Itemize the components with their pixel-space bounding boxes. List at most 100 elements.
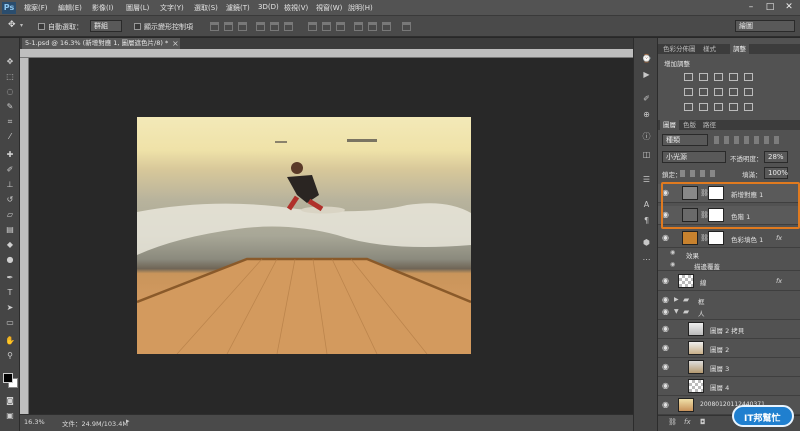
layer-name[interactable]: 圖層 2 拷貝 xyxy=(710,325,744,335)
eye-icon[interactable]: ◉ xyxy=(662,234,670,242)
layer-row[interactable]: ◉ 圖層 3 xyxy=(658,358,800,377)
distribute-hcenter-icon[interactable] xyxy=(368,22,377,31)
layer-row[interactable]: ◉ 線 fx xyxy=(658,272,800,291)
layer-row[interactable]: ◉ 圖層 2 拷貝 xyxy=(658,320,800,339)
gradient-map-icon[interactable] xyxy=(729,103,738,111)
add-style-icon[interactable]: fx xyxy=(684,418,691,426)
properties-panel-icon[interactable]: ☰ xyxy=(641,175,652,185)
dodge-tool-icon[interactable]: ● xyxy=(4,254,16,265)
document-artwork[interactable] xyxy=(137,117,471,354)
show-transform-checkbox[interactable] xyxy=(134,23,141,30)
fill-input[interactable]: 100% xyxy=(764,167,788,179)
eye-icon[interactable]: ◉ xyxy=(662,401,670,409)
align-left-icon[interactable] xyxy=(256,22,265,31)
group-name[interactable]: 人 xyxy=(698,308,705,318)
lock-icons[interactable] xyxy=(680,170,720,177)
tab-styles[interactable]: 樣式 xyxy=(700,44,719,54)
filter-type-icons[interactable] xyxy=(714,136,784,144)
history-panel-icon[interactable]: ⌚ xyxy=(641,54,652,64)
minimize-button[interactable]: – xyxy=(742,1,760,14)
auto-select-checkbox[interactable] xyxy=(38,23,45,30)
layer-name[interactable]: 線 xyxy=(700,277,707,287)
auto-align-icon[interactable] xyxy=(402,22,411,31)
align-right-icon[interactable] xyxy=(284,22,293,31)
menu-file[interactable]: 檔案(F) xyxy=(24,3,48,13)
quick-select-tool-icon[interactable]: ✎ xyxy=(4,101,16,112)
channel-mixer-icon[interactable] xyxy=(744,88,753,96)
fx-badge[interactable]: fx xyxy=(776,234,782,242)
eye-icon[interactable]: ◉ xyxy=(662,344,670,352)
status-menu-arrow-icon[interactable]: ▸ xyxy=(126,417,130,425)
character-panel-icon[interactable]: A xyxy=(641,200,652,210)
levels-icon[interactable] xyxy=(699,73,708,81)
curves-icon[interactable] xyxy=(714,73,723,81)
hand-tool-icon[interactable]: ✋ xyxy=(4,335,16,346)
brush-tool-icon[interactable]: ✐ xyxy=(4,164,16,175)
eye-icon[interactable]: ◉ xyxy=(662,363,670,371)
menu-type[interactable]: 文字(Y) xyxy=(160,3,184,13)
stroke-effect-row[interactable]: ◉ 描邊覆蓋 xyxy=(658,259,800,271)
actions-panel-icon[interactable]: ▶ xyxy=(641,70,652,80)
brightness-icon[interactable] xyxy=(684,73,693,81)
exposure-icon[interactable] xyxy=(729,73,738,81)
photo-filter-icon[interactable] xyxy=(729,88,738,96)
move-tool-icon[interactable]: ✥ xyxy=(8,20,16,30)
gradient-tool-icon[interactable]: ▤ xyxy=(4,224,16,235)
menu-help[interactable]: 說明(H) xyxy=(348,3,373,13)
fx-badge[interactable]: fx xyxy=(776,277,782,285)
brush-presets-icon[interactable]: ✐ xyxy=(641,94,652,104)
invert-icon[interactable] xyxy=(684,103,693,111)
eyedropper-tool-icon[interactable]: ⁄ xyxy=(4,131,16,142)
align-bottom-icon[interactable] xyxy=(238,22,247,31)
paragraph-panel-icon[interactable]: ¶ xyxy=(641,216,652,226)
foreground-color-swatch[interactable] xyxy=(3,373,13,383)
info-panel-icon[interactable]: ⓘ xyxy=(641,132,652,142)
eye-icon[interactable]: ◉ xyxy=(662,325,670,333)
blend-mode-dropdown[interactable]: 小光源 xyxy=(662,151,726,163)
expand-arrow-icon[interactable]: ▶ xyxy=(674,296,679,303)
vibrance-icon[interactable] xyxy=(744,73,753,81)
close-tab-icon[interactable]: × xyxy=(172,38,179,49)
workspace-dropdown[interactable]: 繪圖 xyxy=(735,20,795,32)
distribute-top-icon[interactable] xyxy=(308,22,317,31)
maximize-button[interactable]: □ xyxy=(761,1,779,14)
move-tool-icon[interactable]: ✥ xyxy=(4,56,16,67)
pen-tool-icon[interactable]: ✒ xyxy=(4,272,16,283)
eraser-tool-icon[interactable]: ▱ xyxy=(4,209,16,220)
distribute-right-icon[interactable] xyxy=(382,22,391,31)
distribute-bottom-icon[interactable] xyxy=(336,22,345,31)
menu-filter[interactable]: 濾鏡(T) xyxy=(226,3,250,13)
stroke-eye-icon[interactable]: ◉ xyxy=(670,261,675,268)
quick-mask-icon[interactable]: ◙ xyxy=(4,395,16,406)
threshold-icon[interactable] xyxy=(714,103,723,111)
close-window-button[interactable]: ✕ xyxy=(780,1,798,14)
align-vcenter-icon[interactable] xyxy=(224,22,233,31)
menu-layer[interactable]: 圖層(L) xyxy=(126,3,149,13)
menu-image[interactable]: 影像(I) xyxy=(92,3,114,13)
layer-row[interactable]: ◉ ⛓ 色彩填色 1 fx xyxy=(658,229,800,248)
collapse-arrow-icon[interactable]: ▼ xyxy=(674,308,679,315)
shape-tool-icon[interactable]: ▭ xyxy=(4,317,16,328)
add-mask-icon[interactable]: ◘ xyxy=(700,418,706,426)
hue-saturation-icon[interactable] xyxy=(684,88,693,96)
align-hcenter-icon[interactable] xyxy=(270,22,279,31)
distribute-vcenter-icon[interactable] xyxy=(322,22,331,31)
marquee-tool-icon[interactable]: ⬚ xyxy=(4,71,16,82)
path-select-tool-icon[interactable]: ➤ xyxy=(4,302,16,313)
black-white-icon[interactable] xyxy=(714,88,723,96)
selective-color-icon[interactable] xyxy=(744,103,753,111)
tab-adjustments[interactable]: 調整 xyxy=(730,44,749,54)
layer-name[interactable]: 色彩填色 1 xyxy=(731,234,763,244)
clone-source-icon[interactable]: ⊕ xyxy=(641,110,652,120)
layer-row[interactable]: ◉ 圖層 2 xyxy=(658,339,800,358)
layer-name[interactable]: 圖層 2 xyxy=(710,344,729,354)
menu-3d[interactable]: 3D(D) xyxy=(258,3,279,11)
color-balance-icon[interactable] xyxy=(699,88,708,96)
eye-icon[interactable]: ◉ xyxy=(662,308,670,316)
tool-preset-chevron-icon[interactable]: ▾ xyxy=(20,22,23,29)
effects-row[interactable]: ◉ 效果 xyxy=(658,248,800,260)
menu-edit[interactable]: 編輯(E) xyxy=(58,3,82,13)
tab-channels[interactable]: 色版 xyxy=(680,120,699,130)
eye-icon[interactable]: ◉ xyxy=(662,382,670,390)
layer-name[interactable]: 圖層 4 xyxy=(710,382,729,392)
